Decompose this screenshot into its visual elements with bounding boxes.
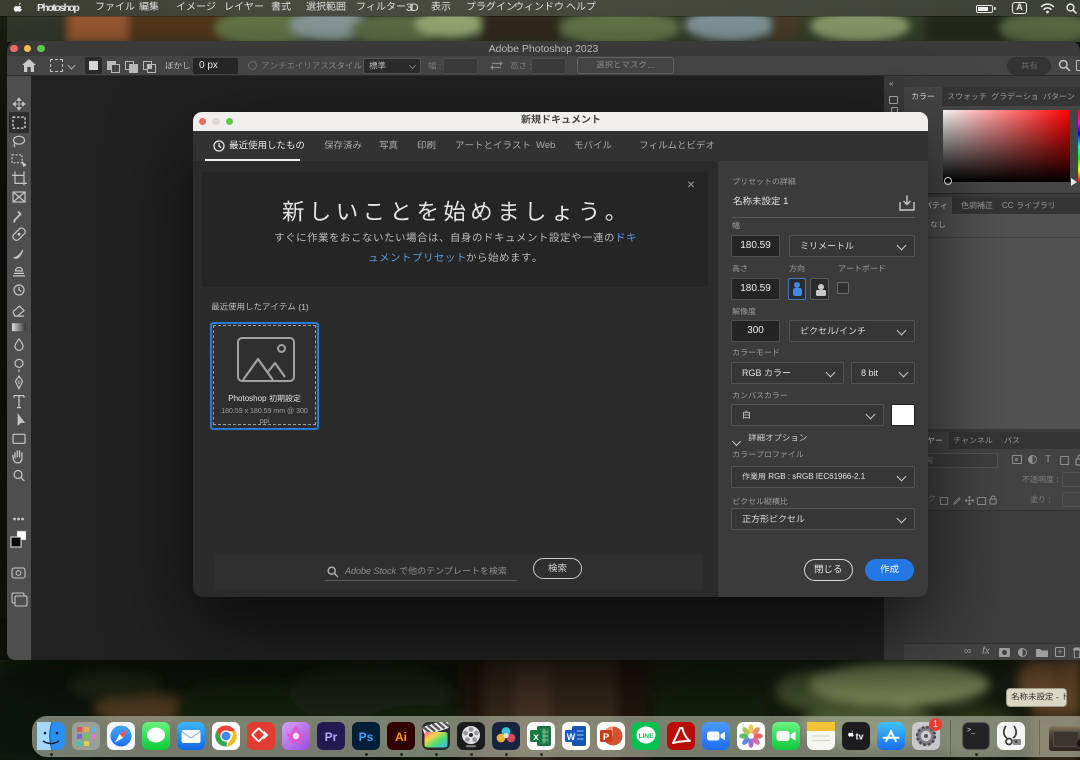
- svg-text:W: W: [567, 732, 576, 742]
- svg-text:Ai: Ai: [395, 730, 407, 744]
- svg-text:LINE: LINE: [639, 733, 654, 740]
- svg-text:>_: >_: [967, 727, 975, 734]
- svg-text:tv: tv: [855, 732, 863, 742]
- svg-text:P: P: [603, 732, 610, 743]
- svg-text:Pr: Pr: [325, 730, 338, 744]
- svg-text:Ps: Ps: [359, 730, 374, 744]
- svg-text:x: x: [533, 732, 539, 743]
